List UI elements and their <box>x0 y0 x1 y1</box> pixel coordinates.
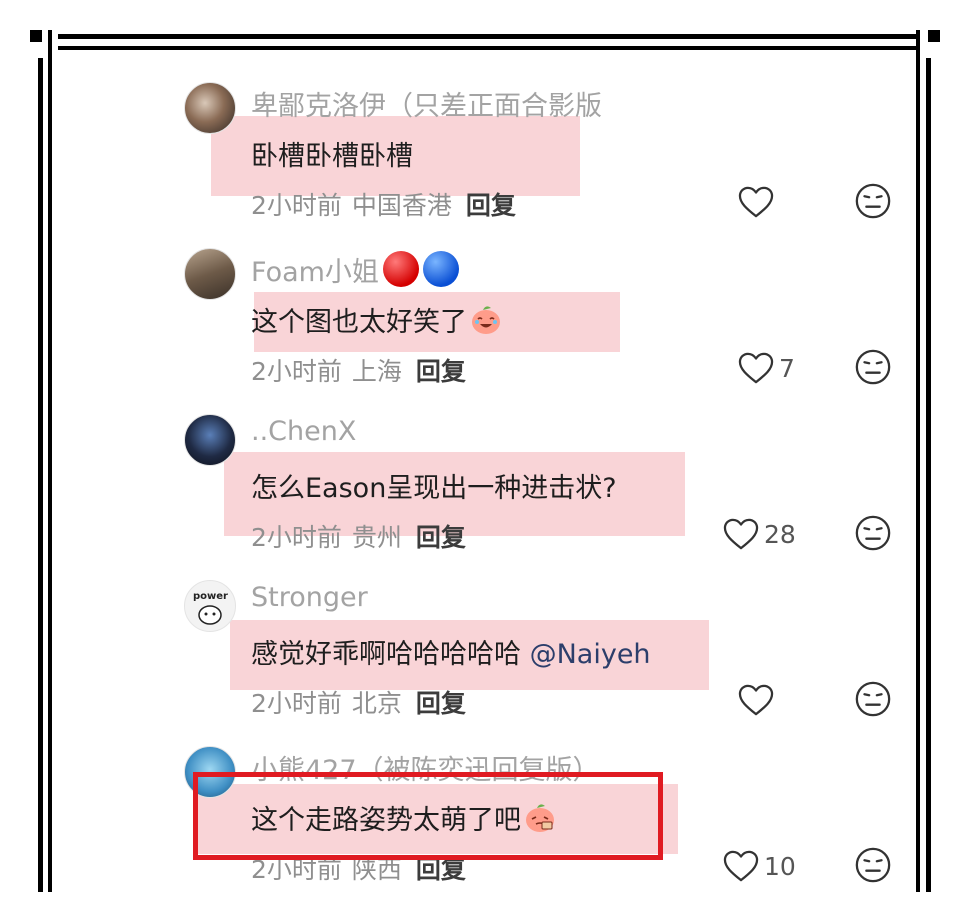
comment-text-content: 感觉好乖啊哈哈哈哈哈 <box>251 639 530 670</box>
like-count: 28 <box>764 519 796 549</box>
comment-item: ..ChenX 怎么Eason呈现出一种进击状? 2小时前 贵州 回复 28 <box>0 414 960 579</box>
avatar[interactable] <box>184 248 236 300</box>
time-label: 2小时前 <box>251 357 342 386</box>
dislike-face-icon[interactable] <box>854 680 892 718</box>
frame-corner-right <box>928 30 940 42</box>
time-label: 2小时前 <box>251 689 342 718</box>
heart-icon <box>723 518 759 550</box>
avatar[interactable] <box>184 414 236 466</box>
frame-top-line-inner <box>58 46 916 50</box>
blue-circle-icon <box>422 251 459 287</box>
avatar[interactable]: power <box>184 580 236 632</box>
comment-text: 感觉好乖啊哈哈哈哈哈 @Naiyeh <box>251 632 651 671</box>
like-count: 10 <box>764 851 796 881</box>
username[interactable]: Foam小姐 <box>251 250 459 289</box>
like-button[interactable]: 7 <box>737 348 795 388</box>
heart-icon <box>738 352 774 384</box>
comment-text: 这个图也太好笑了 <box>251 300 503 339</box>
comment-item: power Stronger 感觉好乖啊哈哈哈哈哈 @Naiyeh 2小时前 北京… <box>0 580 960 745</box>
dislike-face-icon[interactable] <box>854 846 892 884</box>
dislike-face-icon[interactable] <box>854 514 892 552</box>
red-circle-icon <box>382 251 419 287</box>
heart-icon <box>723 850 759 882</box>
username[interactable]: 卑鄙克洛伊（只差正面合影版 <box>251 84 602 123</box>
dislike-face-icon[interactable] <box>854 182 892 220</box>
reply-button[interactable]: 回复 <box>466 191 516 220</box>
username-text: Foam小姐 <box>251 257 379 288</box>
comment-text: 怎么Eason呈现出一种进击状? <box>251 473 617 504</box>
comment-meta: 2小时前 中国香港 回复 <box>251 186 516 222</box>
comment-text-content: 这个图也太好笑了 <box>251 307 467 338</box>
like-button[interactable]: 10 <box>722 846 796 886</box>
laughing-crying-peach-emoji <box>472 306 500 334</box>
frame-top-line-outer <box>58 34 916 39</box>
time-label: 2小时前 <box>251 523 342 552</box>
username[interactable]: ..ChenX <box>251 416 356 447</box>
comment-meta: 2小时前 贵州 回复 <box>251 518 466 554</box>
comment-meta: 2小时前 北京 回复 <box>251 684 466 720</box>
comment-item: 卑鄙克洛伊（只差正面合影版 卧槽卧槽卧槽 2小时前 中国香港 回复 <box>0 82 960 247</box>
location-label: 贵州 <box>351 523 402 552</box>
dislike-face-icon[interactable] <box>854 348 892 386</box>
comment-text: 卧槽卧槽卧槽 <box>251 141 413 172</box>
reply-button[interactable]: 回复 <box>416 357 466 386</box>
comment-item: Foam小姐 这个图也太好笑了 2小时前 上海 回复 7 <box>0 248 960 413</box>
annotation-highlight-box <box>193 772 663 860</box>
power-sticker-icon: power <box>193 591 228 625</box>
time-label: 2小时前 <box>251 191 342 220</box>
reply-button[interactable]: 回复 <box>416 689 466 718</box>
location-label: 北京 <box>351 689 402 718</box>
reply-button[interactable]: 回复 <box>416 523 466 552</box>
frame-corner-left <box>30 30 42 42</box>
location-label: 中国香港 <box>351 191 452 220</box>
heart-icon <box>738 684 774 716</box>
username[interactable]: Stronger <box>251 582 368 613</box>
comment-meta: 2小时前 上海 回复 <box>251 352 466 388</box>
avatar[interactable] <box>184 82 236 134</box>
svg-text:power: power <box>193 591 228 602</box>
like-button[interactable] <box>737 680 779 720</box>
mention-link[interactable]: @Naiyeh <box>530 639 651 670</box>
heart-icon <box>738 186 774 218</box>
location-label: 上海 <box>351 357 402 386</box>
like-button[interactable]: 28 <box>722 514 796 554</box>
like-count: 7 <box>779 353 795 383</box>
like-button[interactable] <box>737 182 779 222</box>
